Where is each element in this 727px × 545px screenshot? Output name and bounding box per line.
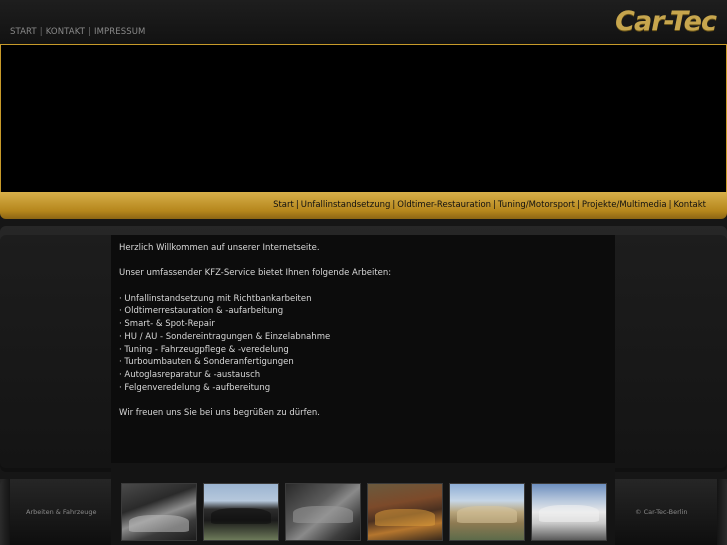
nav-separator: | <box>668 200 672 210</box>
nav-item-oldtimer-restauration[interactable]: Oldtimer-Restauration <box>397 200 491 210</box>
intro-text: Unser umfassender KFZ-Service bietet Ihn… <box>119 268 392 279</box>
service-item: · Tuning - Fahrzeugpflege & -veredelung <box>119 344 289 355</box>
gallery-thumbnail-3[interactable] <box>285 483 361 541</box>
header-banner <box>0 44 727 193</box>
service-item: · Oldtimerrestauration & -aufarbeitung <box>119 306 284 317</box>
site-logo[interactable]: Car-Tec <box>615 6 717 37</box>
gallery-thumbnail-6[interactable] <box>531 483 607 541</box>
nav-item-tuning-motorsport[interactable]: Tuning/Motorsport <box>498 200 575 210</box>
main-content: Herzlich Willkommen auf unserer Internet… <box>111 235 615 463</box>
gallery-edge-right <box>717 479 727 545</box>
service-item: · Smart- & Spot-Repair <box>119 319 215 330</box>
service-item: · Felgenveredelung & -aufbereitung <box>119 382 271 393</box>
nav-separator: | <box>493 200 496 210</box>
nav-separator: | <box>295 200 299 210</box>
gallery-thumbnail-4[interactable] <box>367 483 443 541</box>
closing-text: Wir freuen uns Sie bei uns begrüßen zu d… <box>119 408 320 419</box>
nav-item-projekte-multimedia[interactable]: Projekte/Multimedia <box>582 200 667 210</box>
nav-item-start[interactable]: Start <box>273 200 294 210</box>
left-sidebar <box>0 235 111 468</box>
main-nav: Start | Unfallinstandsetzung | Oldtimer-Rest… <box>273 200 706 210</box>
top-nav-separator: | <box>39 27 43 37</box>
right-sidebar <box>615 235 727 468</box>
gallery-label: Arbeiten & Fahrzeuge <box>26 508 97 516</box>
gallery-thumbnail-1[interactable] <box>121 483 197 541</box>
welcome-text: Herzlich Willkommen auf unserer Internet… <box>119 243 320 253</box>
top-nav: START | KONTAKT | IMPRESSUM <box>10 27 145 37</box>
top-nav-kontakt[interactable]: KONTAKT <box>46 27 85 37</box>
copyright-text: © Car-Tec-Berlin <box>635 508 688 516</box>
nav-separator: | <box>577 200 580 210</box>
gallery-edge-left <box>0 479 10 545</box>
nav-item-unfallinstandsetzung[interactable]: Unfallinstandsetzung <box>301 200 391 210</box>
service-item: · Turboumbauten & Sonderanfertigungen <box>119 357 294 368</box>
service-item: · HU / AU - Sondereintragungen & Einzela… <box>119 331 331 342</box>
service-item: · Unfallinstandsetzung mit Richtbankarbe… <box>119 293 312 304</box>
gallery-thumbnail-2[interactable] <box>203 483 279 541</box>
top-nav-impressum[interactable]: IMPRESSUM <box>94 27 146 37</box>
top-nav-separator: | <box>88 27 91 37</box>
top-nav-start[interactable]: START <box>10 27 37 37</box>
nav-separator: | <box>392 200 396 210</box>
service-item: · Autoglasreparatur & -austausch <box>119 370 261 380</box>
nav-item-kontakt[interactable]: Kontakt <box>673 200 706 210</box>
gallery-thumbnail-5[interactable] <box>449 483 525 541</box>
